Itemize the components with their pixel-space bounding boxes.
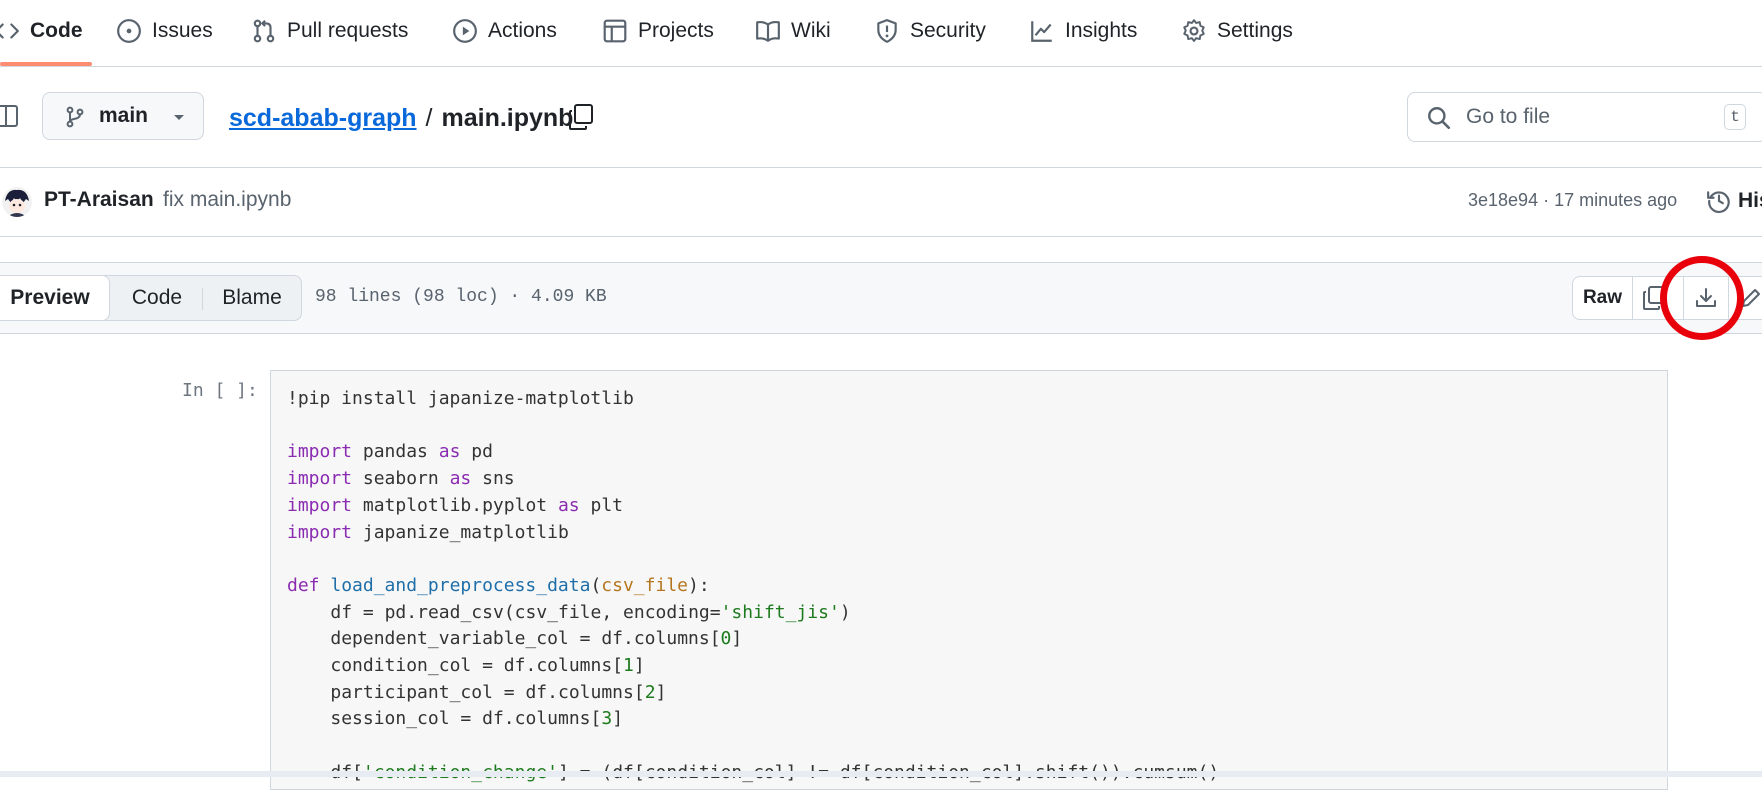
file-header: Preview Code Blame 98 lines (98 loc) · 4… — [0, 262, 1762, 334]
table-icon — [603, 19, 627, 43]
tab-security[interactable]: Security — [874, 0, 986, 62]
breadcrumb-file-name: main.ipynb — [441, 103, 574, 132]
code-line: import japanize_matplotlib — [287, 521, 569, 543]
file-size-info: 98 lines (98 loc) · 4.09 KB — [315, 287, 607, 307]
tab-projects[interactable]: Projects — [602, 0, 714, 62]
code-line: condition_col = df.columns[1] — [330, 655, 645, 677]
tab-label: Projects — [638, 19, 714, 42]
divider — [0, 236, 1762, 237]
tab-actions[interactable]: Actions — [452, 0, 557, 62]
divider — [0, 167, 1762, 168]
shield-icon — [877, 19, 897, 43]
triangle-down-icon — [174, 115, 184, 120]
selected-tab-underline — [0, 62, 92, 66]
breadcrumb-repo-link[interactable]: scd-abab-graph — [229, 104, 417, 133]
tab-label: Security — [910, 19, 986, 42]
history-icon — [1707, 191, 1730, 213]
keyboard-shortcut-hint: t — [1724, 104, 1746, 130]
tab-wiki[interactable]: Wiki — [755, 0, 831, 62]
graph-icon — [1031, 21, 1052, 42]
raw-button[interactable]: Raw — [1573, 277, 1633, 319]
commit-message[interactable]: fix main.ipynb — [163, 188, 291, 212]
git-branch-icon — [66, 106, 84, 128]
copy-path-icon[interactable] — [568, 103, 594, 131]
breadcrumb-separator: / — [425, 103, 433, 132]
code-icon — [0, 23, 19, 39]
tab-label: Wiki — [791, 19, 831, 42]
bottom-edge — [0, 771, 1762, 777]
code-line: import matplotlib.pyplot as plt — [287, 494, 624, 516]
code-line: dependent_variable_col = df.columns[0] — [330, 628, 743, 650]
history-label: His — [1738, 189, 1762, 212]
gear-icon — [1183, 19, 1205, 42]
code-line: def load_and_preprocess_data(csv_file): — [287, 574, 710, 596]
tab-label: Insights — [1065, 19, 1138, 42]
go-to-file-placeholder: Go to file — [1466, 105, 1551, 128]
code-line: df = pd.read_csv(csv_file, encoding='shi… — [330, 601, 851, 623]
tab-label: Actions — [488, 19, 557, 42]
tab-label: Code — [30, 19, 83, 42]
code-line: import pandas as pd — [287, 441, 493, 463]
annotation-circle — [1660, 256, 1744, 340]
git-pull-request-icon — [253, 19, 275, 43]
go-to-file-input[interactable]: Go to file t — [1407, 92, 1762, 142]
blame-view-tab[interactable]: Blame — [203, 276, 301, 320]
book-icon — [756, 20, 780, 42]
preview-tab[interactable]: Preview — [0, 275, 110, 321]
code-line: import seaborn as sns — [287, 468, 515, 490]
commit-hash-and-time[interactable]: 3e18e94 · 17 minutes ago — [1468, 190, 1677, 211]
tab-label: Pull requests — [287, 19, 409, 42]
issue-opened-icon — [117, 19, 141, 43]
code-line: !pip install japanize-matplotlib — [287, 388, 634, 409]
tab-label: Issues — [152, 19, 213, 42]
code-block: !pip install japanize-matplotlib import … — [287, 386, 1219, 787]
sidebar-expand-icon[interactable] — [0, 104, 18, 128]
repo-nav: Code Issues Pull requests Actions Projec… — [0, 0, 1762, 67]
code-line: participant_col = df.columns[2] — [330, 681, 667, 703]
breadcrumb: scd-abab-graph / main.ipynb — [229, 100, 573, 136]
branch-name: main — [99, 104, 149, 127]
tab-settings[interactable]: Settings — [1181, 0, 1293, 62]
search-icon — [1428, 107, 1451, 130]
view-mode-segmented-control: Preview Code Blame — [0, 275, 302, 321]
tab-issues[interactable]: Issues — [116, 0, 213, 62]
code-line: session_col = df.columns[3] — [330, 708, 624, 730]
cell-prompt: In [ ]: — [182, 380, 258, 401]
tab-pull-requests[interactable]: Pull requests — [251, 0, 408, 62]
code-view-tab[interactable]: Code — [112, 276, 202, 320]
branch-selector-button[interactable]: main — [42, 92, 204, 140]
commit-author[interactable]: PT-Araisan — [44, 188, 154, 212]
history-button[interactable]: His — [1706, 188, 1762, 214]
tab-insights[interactable]: Insights — [1029, 0, 1137, 62]
tab-code[interactable]: Code — [0, 0, 83, 62]
play-icon — [453, 19, 477, 43]
avatar[interactable] — [2, 187, 32, 217]
tab-label: Settings — [1217, 19, 1293, 42]
